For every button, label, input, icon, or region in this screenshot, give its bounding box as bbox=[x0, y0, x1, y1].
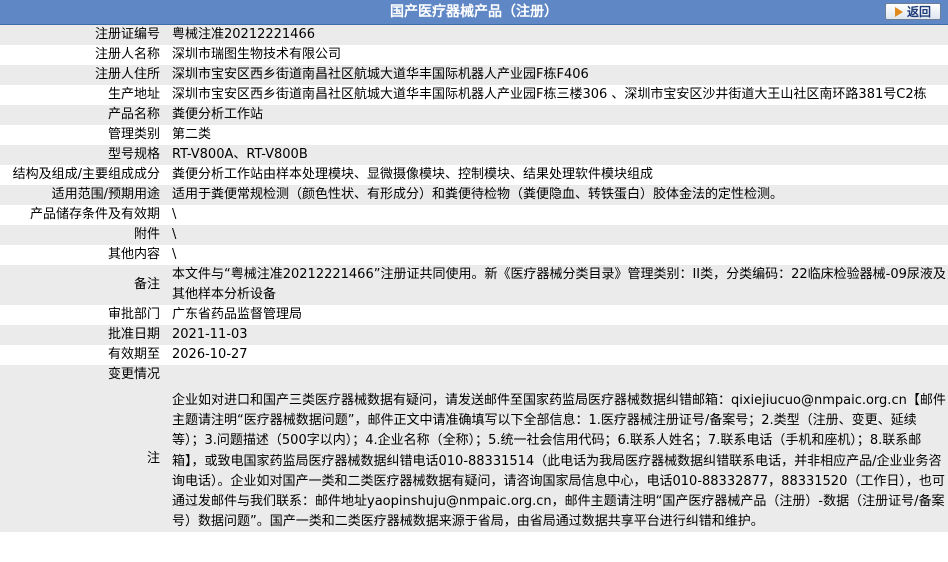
row-label: 产品名称 bbox=[0, 105, 162, 125]
row-value: 深圳市瑞图生物技术有限公司 bbox=[172, 47, 342, 62]
table-row: 审批部门 广东省药品监督管理局 bbox=[0, 305, 948, 325]
table-row: 注册人名称 深圳市瑞图生物技术有限公司 bbox=[0, 45, 948, 65]
row-value: \ bbox=[162, 225, 948, 245]
table-row: 生产地址 深圳市宝安区西乡街道南昌社区航城大道华丰国际机器人产业园F栋三楼306… bbox=[0, 85, 948, 105]
row-value: 粤械注准20212221466 bbox=[162, 25, 948, 45]
table-row: 备注 本文件与“粤械注准20212221466”注册证共同使用。新《医疗器械分类… bbox=[0, 265, 948, 305]
back-button[interactable]: 返回 bbox=[885, 3, 941, 20]
table-row: 附件 \ bbox=[0, 225, 948, 245]
row-label: 审批部门 bbox=[107, 307, 160, 322]
row-label: 附件 bbox=[0, 225, 162, 245]
row-label: 注册人名称 bbox=[94, 47, 160, 62]
row-value: 2026-10-27 bbox=[172, 347, 248, 362]
row-value: 广东省药品监督管理局 bbox=[172, 307, 303, 322]
table-row: 型号规格 RT-V800A、RT-V800B bbox=[0, 145, 948, 165]
row-label: 其他内容 bbox=[107, 247, 160, 262]
row-label: 注册证编号 bbox=[0, 25, 162, 45]
row-label: 产品储存条件及有效期 bbox=[29, 207, 160, 222]
row-value: 适用于粪便常规检测（颜色性状、有形成分）和粪便待检物（粪便隐血、转铁蛋白）胶体金… bbox=[162, 185, 948, 205]
page-title: 国产医疗器械产品（注册） bbox=[390, 4, 558, 20]
row-label: 结构及组成/主要组成成分 bbox=[12, 167, 160, 182]
row-value: 粪便分析工作站 bbox=[162, 105, 948, 125]
table-row: 其他内容 \ bbox=[0, 245, 948, 265]
table-row: 变更情况 bbox=[0, 365, 948, 385]
row-value: 深圳市宝安区西乡街道南昌社区航城大道华丰国际机器人产业园F栋F406 bbox=[162, 65, 948, 85]
table-row: 产品储存条件及有效期 \ bbox=[0, 205, 948, 225]
table-row: 批准日期 2021-11-03 bbox=[0, 325, 948, 345]
detail-table: 注册证编号 粤械注准20212221466 注册人名称 深圳市瑞图生物技术有限公… bbox=[0, 25, 948, 533]
row-value: 深圳市宝安区西乡街道南昌社区航城大道华丰国际机器人产业园F栋三楼306 、深圳市… bbox=[172, 87, 927, 102]
back-button-label: 返回 bbox=[906, 5, 931, 19]
row-value bbox=[162, 365, 948, 385]
table-row: 有效期至 2026-10-27 bbox=[0, 345, 948, 365]
row-label: 生产地址 bbox=[107, 87, 160, 102]
row-label: 批准日期 bbox=[0, 325, 162, 345]
row-value: RT-V800A、RT-V800B bbox=[162, 145, 948, 165]
row-value: 本文件与“粤械注准20212221466”注册证共同使用。新《医疗器械分类目录》… bbox=[162, 265, 948, 305]
table-row: 管理类别 第二类 bbox=[0, 125, 948, 145]
row-value: 第二类 bbox=[172, 127, 212, 142]
table-row: 产品名称 粪便分析工作站 bbox=[0, 105, 948, 125]
row-label: 管理类别 bbox=[107, 127, 160, 142]
row-value: 粪便分析工作站由样本处理模块、显微摄像模块、控制模块、结果处理软件模块组成 bbox=[172, 167, 654, 182]
note-text: 企业如对进口和国产三类医疗器械数据有疑问，请发送邮件至国家药监局医疗器械数据纠错… bbox=[162, 385, 948, 533]
row-label: 适用范围/预期用途 bbox=[0, 185, 162, 205]
row-value: 2021-11-03 bbox=[162, 325, 948, 345]
table-row: 注册证编号 粤械注准20212221466 bbox=[0, 25, 948, 45]
table-row: 结构及组成/主要组成成分 粪便分析工作站由样本处理模块、显微摄像模块、控制模块、… bbox=[0, 165, 948, 185]
table-row: 注册人住所 深圳市宝安区西乡街道南昌社区航城大道华丰国际机器人产业园F栋F406 bbox=[0, 65, 948, 85]
page-header: 国产医疗器械产品（注册） 返回 bbox=[0, 0, 948, 25]
row-label: 备注 bbox=[0, 265, 162, 305]
arrow-right-icon bbox=[894, 6, 903, 17]
row-label: 型号规格 bbox=[0, 145, 162, 165]
row-label: 变更情况 bbox=[0, 365, 162, 385]
row-value: \ bbox=[172, 207, 177, 222]
row-value: \ bbox=[172, 247, 177, 262]
table-row: 适用范围/预期用途 适用于粪便常规检测（颜色性状、有形成分）和粪便待检物（粪便隐… bbox=[0, 185, 948, 205]
note-row: 注 企业如对进口和国产三类医疗器械数据有疑问，请发送邮件至国家药监局医疗器械数据… bbox=[0, 385, 948, 533]
row-label: 注册人住所 bbox=[0, 65, 162, 85]
row-label: 有效期至 bbox=[107, 347, 160, 362]
note-label: 注 bbox=[0, 385, 162, 533]
